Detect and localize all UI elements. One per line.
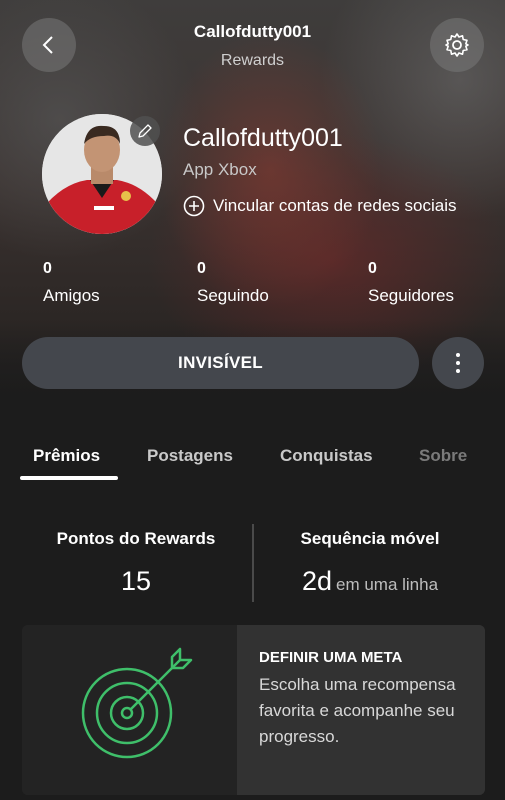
tab-sobre[interactable]: Sobre [419, 446, 467, 466]
page-subtitle: Rewards [220, 52, 285, 69]
edit-avatar-button[interactable] [130, 116, 160, 146]
mobile-streak-suffix: em uma linha [335, 575, 439, 594]
target-arrow-icon [81, 647, 193, 759]
app-label: App Xbox [183, 160, 257, 179]
more-vertical-icon [456, 353, 460, 373]
link-social-accounts-button[interactable]: Vincular contas de redes sociais [183, 195, 457, 217]
rewards-points-value: 15 [120, 566, 152, 596]
stat-following[interactable]: 0 Seguindo [197, 260, 269, 306]
goal-illustration [22, 625, 237, 795]
gear-icon [445, 33, 469, 57]
stat-followers-label: Seguidores [368, 286, 455, 305]
goal-text-panel: DEFINIR UMA META Escolha uma recompensa … [237, 625, 485, 795]
stat-followers[interactable]: 0 Seguidores [368, 260, 454, 306]
active-tab-indicator [20, 476, 118, 480]
stat-following-label: Seguindo [197, 286, 269, 305]
link-social-label: Vincular contas de redes sociais [213, 196, 457, 215]
stat-followers-value: 0 [368, 260, 377, 277]
set-goal-card[interactable]: DEFINIR UMA META Escolha uma recompensa … [22, 625, 485, 795]
stat-friends[interactable]: 0 Amigos [43, 260, 100, 306]
tab-postagens[interactable]: Postagens [147, 446, 233, 466]
profile-tabs: Prêmios Postagens Conquistas Sobre [0, 440, 505, 484]
more-options-button[interactable] [432, 337, 484, 389]
goal-title: DEFINIR UMA META [259, 649, 403, 666]
mobile-streak-value: 2d [301, 566, 332, 596]
mobile-streak-value-row: 2d em uma linha [256, 566, 484, 597]
page-title: Callofdutty001 [193, 22, 312, 41]
stat-following-value: 0 [197, 260, 206, 277]
stat-friends-label: Amigos [43, 286, 100, 305]
metrics-divider [252, 524, 254, 602]
pencil-icon [138, 124, 152, 138]
stat-friends-value: 0 [43, 260, 52, 277]
gamertag: Callofdutty001 [183, 124, 343, 152]
tab-premios[interactable]: Prêmios [33, 446, 100, 466]
mobile-streak-title: Sequência móvel [300, 529, 440, 548]
settings-button[interactable] [430, 18, 484, 72]
tab-conquistas[interactable]: Conquistas [280, 446, 373, 466]
presence-status-button[interactable]: INVISÍVEL [22, 337, 419, 389]
plus-circle-icon [183, 195, 205, 217]
goal-description: Escolha uma recompensa favorita e acompa… [259, 675, 456, 746]
rewards-points-title: Pontos do Rewards [56, 529, 216, 548]
